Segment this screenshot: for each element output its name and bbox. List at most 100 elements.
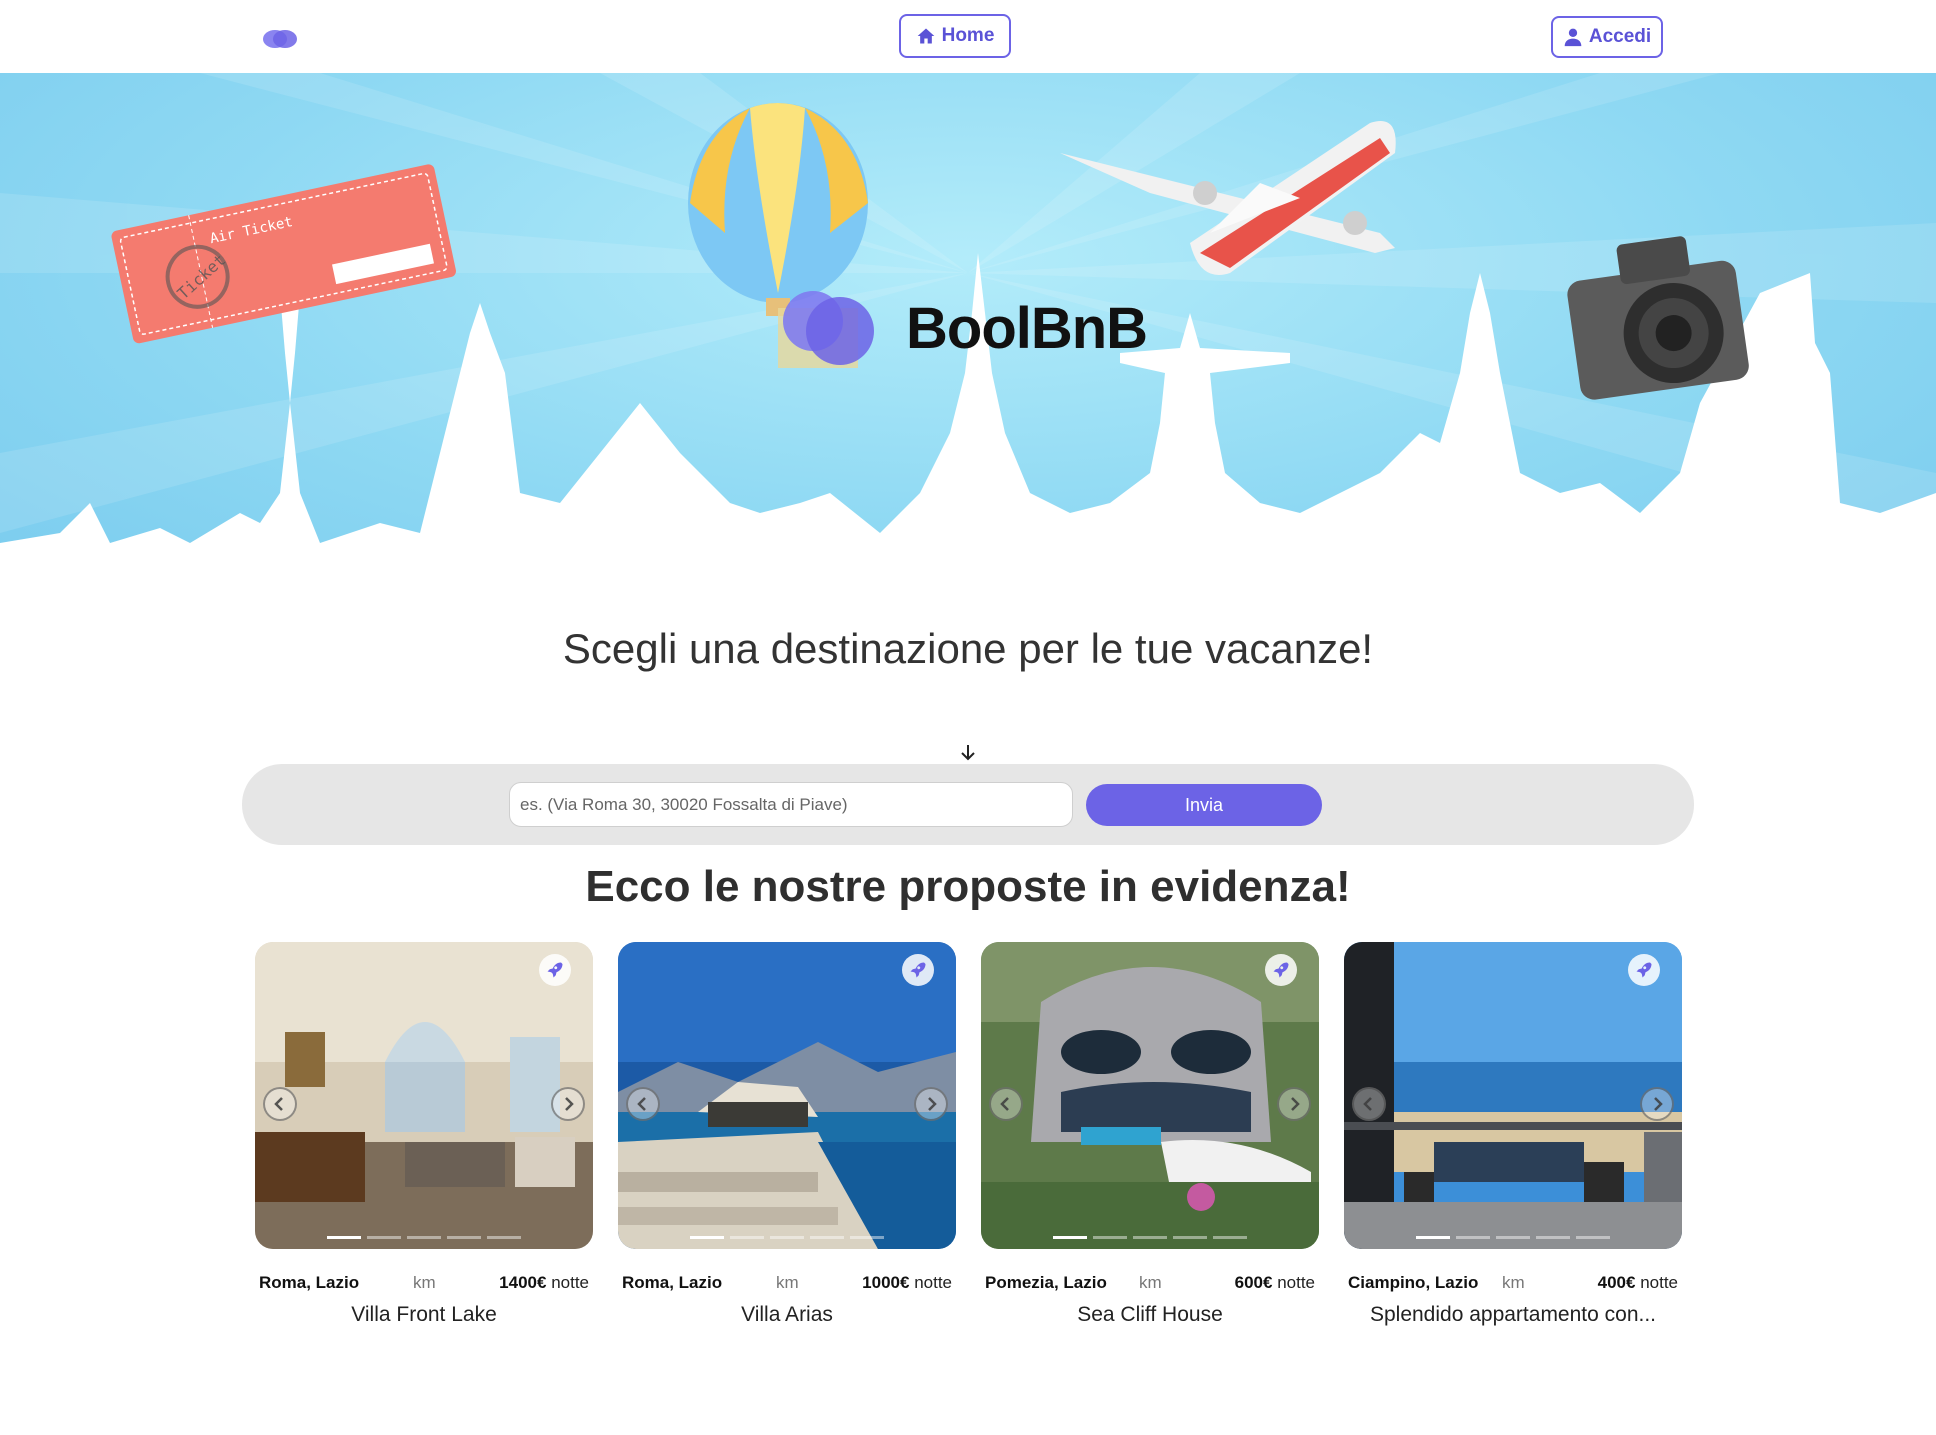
carousel-next-button[interactable] (1277, 1087, 1311, 1121)
card-meta: Ciampino, Lazio km 400€ notte (1344, 1273, 1682, 1303)
carousel-dot[interactable] (1053, 1236, 1087, 1239)
chevron-left-icon (274, 1097, 283, 1111)
featured-card-4[interactable]: Ciampino, Lazio km 400€ notte Splendido … (1344, 942, 1682, 1327)
card-meta: Pomezia, Lazio km 600€ notte (981, 1273, 1319, 1303)
card-title[interactable]: Villa Arias (618, 1303, 956, 1327)
carousel-dot[interactable] (1456, 1236, 1490, 1239)
carousel-dot[interactable] (770, 1236, 804, 1239)
carousel-dot[interactable] (1133, 1236, 1167, 1239)
brand-name: BoolBnB (906, 295, 1148, 361)
brand-heart-icon (778, 291, 874, 368)
search-input[interactable] (509, 782, 1073, 827)
home-button-label: Home (941, 25, 995, 46)
card-price-unit: notte (914, 1273, 952, 1292)
featured-card-1[interactable]: Roma, Lazio km 1400€ notte Villa Front L… (255, 942, 593, 1327)
card-location: Ciampino, Lazio (1348, 1273, 1479, 1292)
carousel-dot[interactable] (1536, 1236, 1570, 1239)
card-location: Roma, Lazio (259, 1273, 360, 1292)
carousel-dot[interactable] (690, 1236, 724, 1239)
card-price: 1000€ notte (862, 1273, 952, 1293)
card-location: Pomezia, Lazio (985, 1273, 1107, 1292)
card-price-unit: notte (1277, 1273, 1315, 1292)
card-price: 600€ notte (1235, 1273, 1315, 1293)
user-icon (1564, 28, 1582, 47)
chevron-left-icon (1000, 1097, 1009, 1111)
top-navbar: Home Accedi (0, 0, 1936, 73)
carousel-indicators (327, 1236, 521, 1239)
boost-badge (539, 954, 571, 986)
home-button[interactable]: Home (899, 14, 1011, 58)
card-distance-km: km (1502, 1273, 1525, 1292)
airplane-illustration (1060, 121, 1396, 275)
featured-card-2[interactable]: Roma, Lazio km 1000€ notte Villa Arias (618, 942, 956, 1327)
card-price-value: 1000€ (862, 1273, 910, 1292)
submit-search-button[interactable]: Invia (1086, 784, 1322, 826)
carousel-prev-button[interactable] (1352, 1087, 1386, 1121)
carousel-prev-button[interactable] (989, 1087, 1023, 1121)
chevron-left-icon (1363, 1097, 1372, 1111)
carousel-prev-button[interactable] (263, 1087, 297, 1121)
carousel-dot[interactable] (1576, 1236, 1610, 1239)
card-price: 1400€ notte (499, 1273, 589, 1293)
carousel-prev-button[interactable] (626, 1087, 660, 1121)
carousel-dot[interactable] (447, 1236, 481, 1239)
carousel-indicators (1416, 1236, 1610, 1239)
chevron-left-icon (637, 1097, 646, 1111)
search-headline: Scegli una destinazione per le tue vacan… (562, 625, 1374, 672)
carousel-dot[interactable] (730, 1236, 764, 1239)
carousel-next-button[interactable] (914, 1087, 948, 1121)
villa-front-lake-photo (255, 942, 593, 1249)
carousel-dot[interactable] (1213, 1236, 1247, 1239)
carousel-dot[interactable] (367, 1236, 401, 1239)
carousel-dot[interactable] (850, 1236, 884, 1239)
carousel-next-button[interactable] (1640, 1087, 1674, 1121)
card-title[interactable]: Splendido appartamento con... (1344, 1303, 1682, 1327)
card-price: 400€ notte (1598, 1273, 1678, 1293)
chevron-right-icon (1654, 1097, 1663, 1111)
card-image-carousel[interactable] (1344, 942, 1682, 1249)
carousel-dot[interactable] (810, 1236, 844, 1239)
card-price-value: 600€ (1234, 1273, 1273, 1292)
carousel-dot[interactable] (327, 1236, 361, 1239)
card-title[interactable]: Sea Cliff House (981, 1303, 1319, 1327)
card-image-carousel[interactable] (981, 942, 1319, 1249)
brand-lockup: BoolBnB (778, 283, 1148, 373)
carousel-dot[interactable] (1093, 1236, 1127, 1239)
login-button[interactable]: Accedi (1551, 16, 1663, 58)
chevron-right-icon (928, 1097, 937, 1111)
card-price-value: 400€ (1597, 1273, 1636, 1292)
card-meta: Roma, Lazio km 1400€ notte (255, 1273, 593, 1303)
carousel-next-button[interactable] (551, 1087, 585, 1121)
sea-cliff-house-photo (981, 942, 1319, 1249)
card-image-carousel[interactable] (618, 942, 956, 1249)
chevron-right-icon (1291, 1097, 1300, 1111)
arrow-down-icon (961, 745, 975, 761)
card-meta: Roma, Lazio km 1000€ notte (618, 1273, 956, 1303)
featured-section-title: Ecco le nostre proposte in evidenza! (585, 862, 1351, 911)
carousel-dot[interactable] (1173, 1236, 1207, 1239)
card-location: Roma, Lazio (622, 1273, 723, 1292)
carousel-dot[interactable] (487, 1236, 521, 1239)
card-price-unit: notte (1640, 1273, 1678, 1292)
card-price-value: 1400€ (499, 1273, 547, 1292)
boost-badge (1628, 954, 1660, 986)
carousel-dot[interactable] (1496, 1236, 1530, 1239)
card-price-unit: notte (551, 1273, 589, 1292)
carousel-dot[interactable] (407, 1236, 441, 1239)
card-title[interactable]: Villa Front Lake (255, 1303, 593, 1327)
carousel-dot[interactable] (1416, 1236, 1450, 1239)
hero-banner: Air Ticket Ticket BoolBnB (0, 73, 1936, 603)
card-distance-km: km (776, 1273, 799, 1292)
rocket-icon (1636, 962, 1652, 978)
brand-logo-icon[interactable] (262, 26, 298, 52)
rocket-icon (1273, 962, 1289, 978)
card-image-carousel[interactable] (255, 942, 593, 1249)
splendido-appartamento-photo (1344, 942, 1682, 1249)
home-icon (917, 28, 934, 44)
villa-arias-photo (618, 942, 956, 1249)
carousel-indicators (690, 1236, 884, 1239)
carousel-indicators (1053, 1236, 1247, 1239)
featured-card-3[interactable]: Pomezia, Lazio km 600€ notte Sea Cliff H… (981, 942, 1319, 1327)
chevron-right-icon (565, 1097, 574, 1111)
login-button-label: Accedi (1588, 26, 1652, 47)
